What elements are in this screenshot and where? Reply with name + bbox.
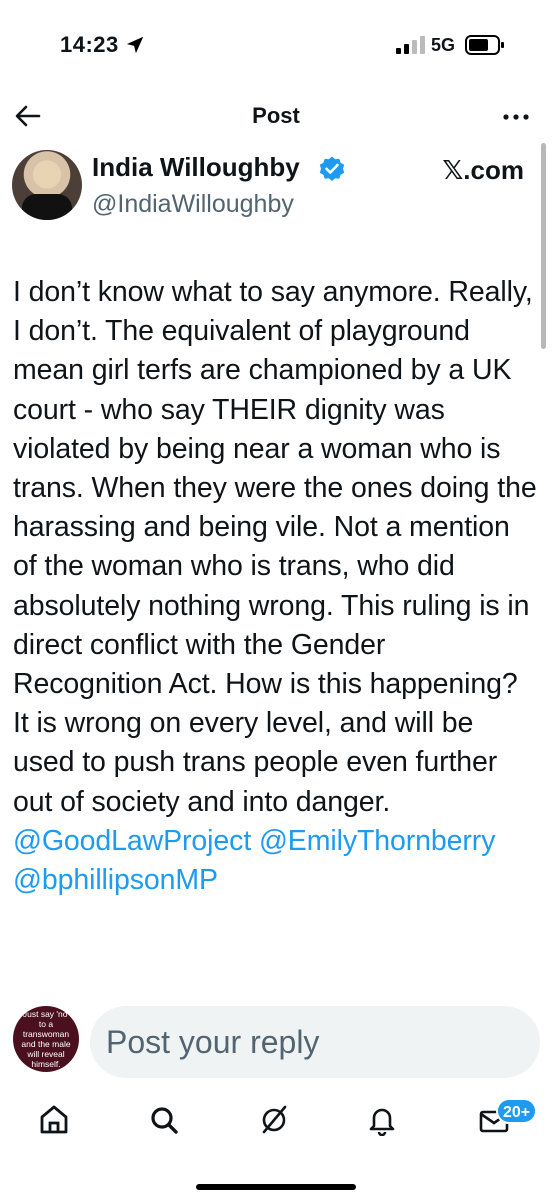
post-header: Post	[0, 90, 552, 144]
reply-avatar: Just say 'no' to a transwoman and the ma…	[13, 1006, 79, 1072]
reply-avatar-text: Just say 'no' to a transwoman and the ma…	[21, 1009, 71, 1069]
author-avatar[interactable]	[12, 150, 82, 220]
reply-input[interactable]	[90, 1006, 540, 1078]
mention-link[interactable]: @bphillipsonMP	[13, 864, 218, 896]
network-label: 5G	[431, 35, 456, 55]
author-name[interactable]: India Willoughby	[92, 152, 300, 183]
battery-icon	[465, 35, 504, 55]
location-arrow-icon	[126, 36, 144, 54]
mention-link[interactable]: @EmilyThornberry	[259, 825, 495, 857]
bottom-nav	[0, 1090, 552, 1160]
page-title: Post	[252, 103, 300, 128]
notification-count-badge: 20+	[496, 1098, 538, 1124]
home-indicator	[196, 1184, 356, 1190]
author-handle[interactable]: @IndiaWilloughby	[92, 190, 294, 219]
scrollbar[interactable]	[541, 143, 546, 349]
more-options-icon[interactable]	[502, 104, 530, 130]
post-text: I don’t know what to say anymore. Really…	[13, 273, 538, 900]
notifications-bell-icon[interactable]	[366, 1104, 398, 1136]
post-text-body: I don’t know what to say anymore. Really…	[13, 276, 537, 818]
home-icon[interactable]	[38, 1104, 70, 1136]
avatar-shirt	[22, 194, 72, 220]
source-site-label: 𝕏.com	[442, 155, 524, 185]
verified-badge-icon	[319, 156, 345, 181]
cellular-signal-icon	[396, 36, 425, 54]
search-icon[interactable]	[148, 1104, 180, 1136]
grok-icon[interactable]	[258, 1104, 290, 1136]
status-time: 14:23	[60, 32, 119, 57]
mention-link[interactable]: @GoodLawProject	[13, 825, 251, 857]
status-bar: 14:23 5G	[0, 0, 552, 90]
